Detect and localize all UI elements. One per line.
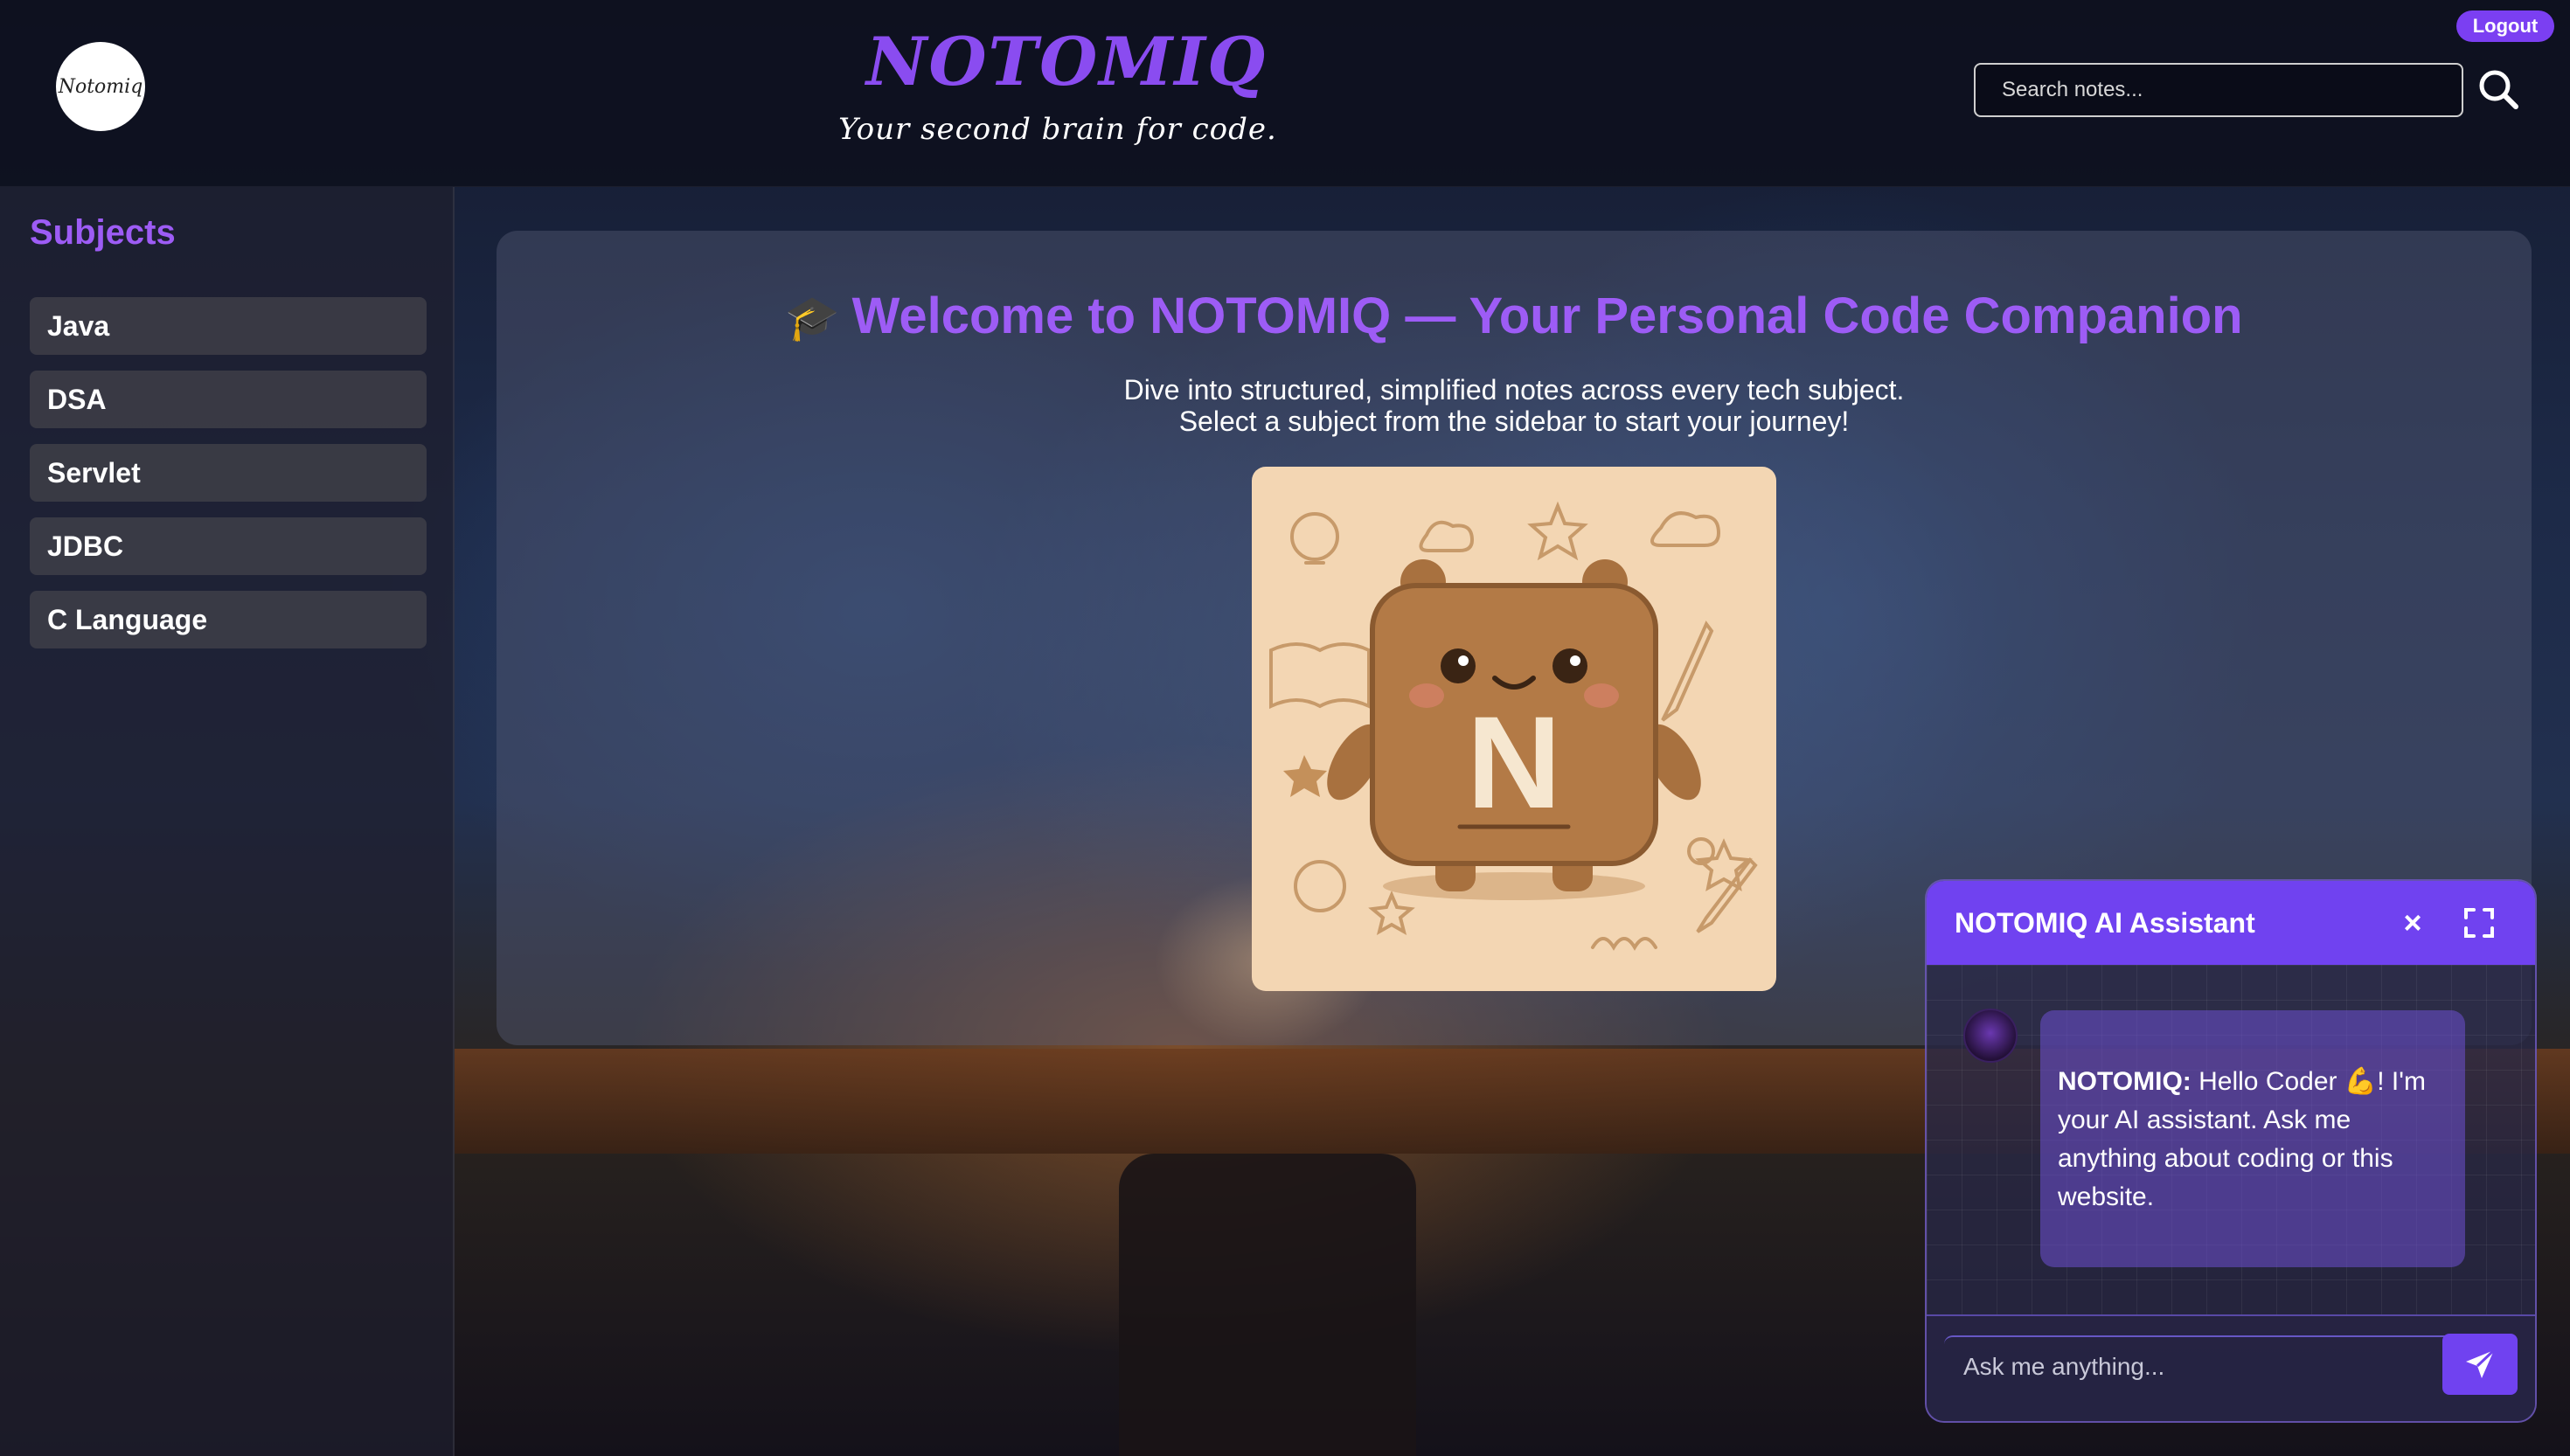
mascot-image: N — [1252, 467, 1776, 991]
logout-button[interactable]: Logout — [2456, 10, 2554, 42]
brand-title: NOTOMIQ — [865, 23, 1268, 101]
brand-tagline: Your second brain for code. — [838, 112, 1277, 147]
message-sender: NOTOMIQ: — [2058, 1067, 2191, 1096]
sidebar-item-dsa[interactable]: DSA — [30, 371, 427, 428]
sidebar-item-jdbc[interactable]: JDBC — [30, 517, 427, 575]
chat-header: NOTOMIQ AI Assistant × — [1927, 881, 2535, 965]
sidebar-item-servlet[interactable]: Servlet — [30, 444, 427, 502]
welcome-line-1: Dive into structured, simplified notes a… — [1123, 374, 1905, 406]
sidebar-item-java[interactable]: Java — [30, 297, 427, 355]
welcome-line-2: Select a subject from the sidebar to sta… — [1178, 406, 1850, 437]
site-logo[interactable]: Notomiq — [56, 42, 145, 131]
close-icon[interactable]: × — [2395, 905, 2430, 940]
chat-messages: NOTOMIQ: Hello Coder 💪! I'm your AI assi… — [1927, 965, 2535, 1314]
search-input[interactable] — [1974, 63, 2463, 117]
ai-assistant-panel: NOTOMIQ AI Assistant × NOTOMIQ: Hello Co… — [1925, 879, 2537, 1423]
bot-avatar — [1963, 1009, 2018, 1063]
graduation-cap-icon: 🎓 — [785, 294, 840, 343]
search-icon[interactable] — [2474, 65, 2523, 114]
chat-title: NOTOMIQ AI Assistant — [1955, 906, 2255, 939]
send-icon — [2466, 1349, 2496, 1378]
fullscreen-icon[interactable] — [2463, 907, 2495, 939]
bot-message: NOTOMIQ: Hello Coder 💪! I'm your AI assi… — [2040, 1010, 2465, 1267]
subjects-sidebar: Subjects Java DSA Servlet JDBC C Languag… — [0, 187, 455, 1456]
welcome-subtitle: Dive into structured, simplified notes a… — [497, 374, 2532, 437]
sidebar-title: Subjects — [30, 213, 176, 252]
chat-input-area — [1927, 1314, 2535, 1421]
logo-text: Notomiq — [58, 75, 143, 98]
welcome-heading: 🎓 Welcome to NOTOMIQ — Your Personal Code… — [497, 287, 2532, 345]
chat-input[interactable] — [1944, 1335, 2446, 1397]
top-header: Notomiq NOTOMIQ Your second brain for co… — [0, 0, 2570, 187]
mascot-letter: N — [1467, 689, 1561, 835]
welcome-title-text: Welcome to NOTOMIQ — Your Personal Code … — [851, 288, 2243, 344]
send-button[interactable] — [2442, 1334, 2518, 1395]
sidebar-item-c-language[interactable]: C Language — [30, 591, 427, 648]
